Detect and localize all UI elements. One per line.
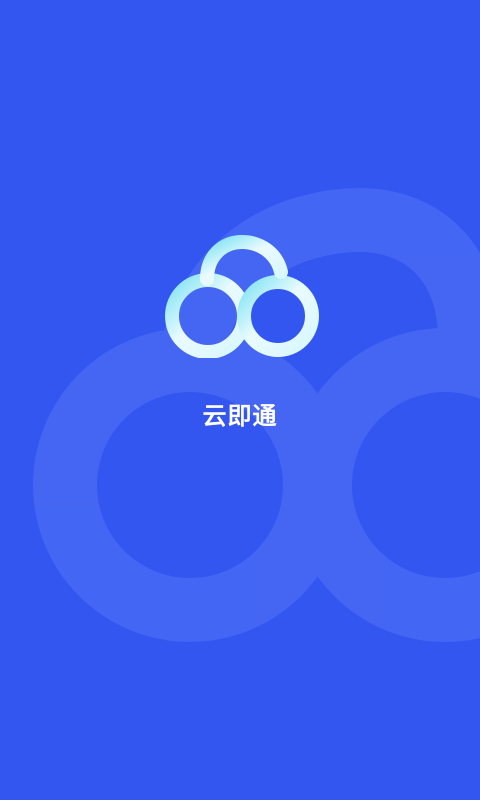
- app-name: 云即通: [202, 402, 278, 430]
- cloud-logo-icon: [165, 235, 319, 358]
- splash-screen: 云即通: [0, 0, 480, 800]
